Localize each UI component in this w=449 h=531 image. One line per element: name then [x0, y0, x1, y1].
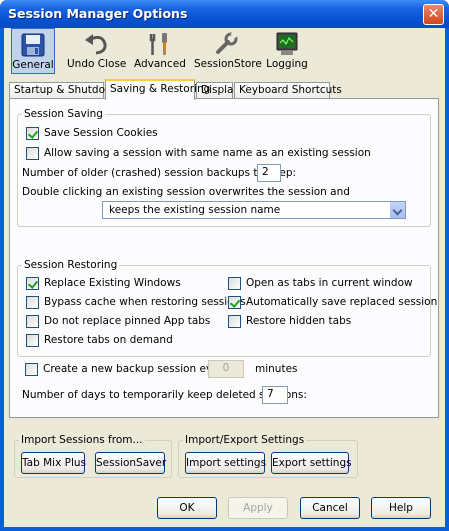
monitor-icon: [276, 32, 298, 55]
export-settings-button[interactable]: Export settings: [271, 452, 352, 474]
window-title: Session Manager Options: [8, 6, 188, 21]
session-saving-title: Session Saving: [22, 108, 105, 120]
dialog-client-area: General Undo Close Advanced SessionStore…: [4, 28, 445, 527]
double-click-select[interactable]: keeps the existing session name: [102, 201, 406, 219]
bypass-cache-label: Bypass cache when restoring sessions: [44, 296, 246, 308]
no-replace-pinned-label: Do not replace pinned App tabs: [44, 315, 211, 327]
saving-restoring-panel: Session Saving Save Session Cookies Allo…: [9, 98, 439, 418]
tab-keyboard-shortcuts[interactable]: Keyboard Shortcuts: [234, 82, 342, 99]
restore-hidden-box[interactable]: [228, 315, 241, 328]
toolbar-sessionstore-button[interactable]: SessionStore: [194, 28, 262, 74]
session-saving-group: Session Saving Save Session Cookies Allo…: [17, 108, 431, 227]
restore-on-demand-checkbox[interactable]: Restore tabs on demand: [26, 334, 226, 348]
import-export-title: Import/Export Settings: [183, 434, 307, 446]
open-as-tabs-label: Open as tabs in current window: [246, 277, 413, 289]
help-button[interactable]: Help: [371, 497, 431, 519]
tools-icon: [149, 33, 167, 55]
deleted-days-input[interactable]: 7: [262, 386, 288, 404]
chevron-down-icon[interactable]: [389, 202, 405, 218]
restore-hidden-label: Restore hidden tabs: [246, 315, 352, 327]
toolbar-general-label: General: [12, 59, 54, 71]
category-toolbar: General Undo Close Advanced SessionStore…: [4, 28, 445, 74]
backup-session-checkbox[interactable]: Create a new backup session every: [25, 363, 229, 377]
sessionsaver-button[interactable]: SessionSaver: [95, 452, 166, 474]
no-replace-pinned-box[interactable]: [26, 315, 39, 328]
cancel-button[interactable]: Cancel: [300, 497, 360, 519]
close-button[interactable]: ✕: [423, 4, 444, 25]
replace-windows-box[interactable]: [26, 277, 39, 290]
toolbar-logging-label: Logging: [266, 58, 308, 70]
title-bar[interactable]: Session Manager Options ✕: [0, 0, 449, 28]
auto-save-replaced-box[interactable]: [228, 296, 241, 309]
open-as-tabs-box[interactable]: [228, 277, 241, 290]
toolbar-sessionstore-label: SessionStore: [194, 58, 262, 70]
toolbar-undo-close-label: Undo Close: [67, 58, 127, 70]
toolbar-general-button[interactable]: General: [11, 28, 55, 74]
backup-interval-input[interactable]: 0: [208, 360, 244, 378]
backup-session-label: Create a new backup session every: [43, 363, 230, 375]
options-tabs: Startup & Shutdown Saving & Restoring Di…: [9, 79, 439, 100]
allow-same-name-box[interactable]: [26, 147, 39, 160]
toolbar-advanced-label: Advanced: [134, 58, 186, 70]
backup-session-box[interactable]: [25, 363, 38, 376]
toolbar-undo-close-button[interactable]: Undo Close: [67, 28, 127, 74]
restore-hidden-checkbox[interactable]: Restore hidden tabs: [228, 315, 428, 329]
allow-same-name-checkbox[interactable]: Allow saving a session with same name as…: [26, 147, 426, 161]
wrench-icon: [216, 31, 238, 54]
bypass-cache-box[interactable]: [26, 296, 39, 309]
import-settings-button[interactable]: Import settings: [185, 452, 266, 474]
tab-startup-shutdown[interactable]: Startup & Shutdown: [9, 82, 120, 99]
allow-same-name-label: Allow saving a session with same name as…: [44, 147, 371, 159]
auto-save-replaced-checkbox[interactable]: Automatically save replaced session: [228, 296, 437, 310]
tab-mix-plus-button[interactable]: Tab Mix Plus: [21, 452, 86, 474]
bypass-cache-checkbox[interactable]: Bypass cache when restoring sessions: [26, 296, 246, 310]
restore-on-demand-box[interactable]: [26, 334, 39, 347]
apply-button[interactable]: Apply: [228, 497, 288, 519]
toolbar-logging-button[interactable]: Logging: [264, 28, 310, 74]
options-window: Session Manager Options ✕ General Undo C…: [0, 0, 449, 531]
backups-label: Number of older (crashed) session backup…: [22, 167, 297, 179]
import-sessions-group: Import Sessions from... Tab Mix Plus Ses…: [14, 434, 172, 478]
no-replace-pinned-checkbox[interactable]: Do not replace pinned App tabs: [26, 315, 226, 329]
double-click-select-value: keeps the existing session name: [109, 204, 281, 216]
save-session-cookies-box[interactable]: [26, 127, 39, 140]
restore-on-demand-label: Restore tabs on demand: [44, 334, 173, 346]
ok-button[interactable]: OK: [157, 497, 217, 519]
session-restoring-title: Session Restoring: [22, 259, 120, 271]
open-as-tabs-checkbox[interactable]: Open as tabs in current window: [228, 277, 428, 291]
import-export-group: Import/Export Settings Import settings E…: [178, 434, 358, 478]
backups-count-input[interactable]: 2: [257, 164, 281, 182]
save-session-cookies-label: Save Session Cookies: [44, 127, 158, 139]
import-sessions-title: Import Sessions from...: [19, 434, 145, 446]
session-restoring-group: Session Restoring Replace Existing Windo…: [17, 259, 437, 357]
tab-saving-restoring[interactable]: Saving & Restoring: [105, 79, 210, 100]
floppy-disk-icon: [21, 33, 45, 57]
toolbar-advanced-button[interactable]: Advanced: [134, 28, 186, 74]
double-click-label: Double clicking an existing session over…: [22, 186, 350, 198]
undo-icon: [85, 34, 107, 55]
backup-interval-unit: minutes: [255, 363, 298, 375]
replace-windows-label: Replace Existing Windows: [44, 277, 181, 289]
replace-windows-checkbox[interactable]: Replace Existing Windows: [26, 277, 216, 291]
save-session-cookies-checkbox[interactable]: Save Session Cookies: [26, 127, 326, 141]
auto-save-replaced-label: Automatically save replaced session: [246, 296, 438, 308]
